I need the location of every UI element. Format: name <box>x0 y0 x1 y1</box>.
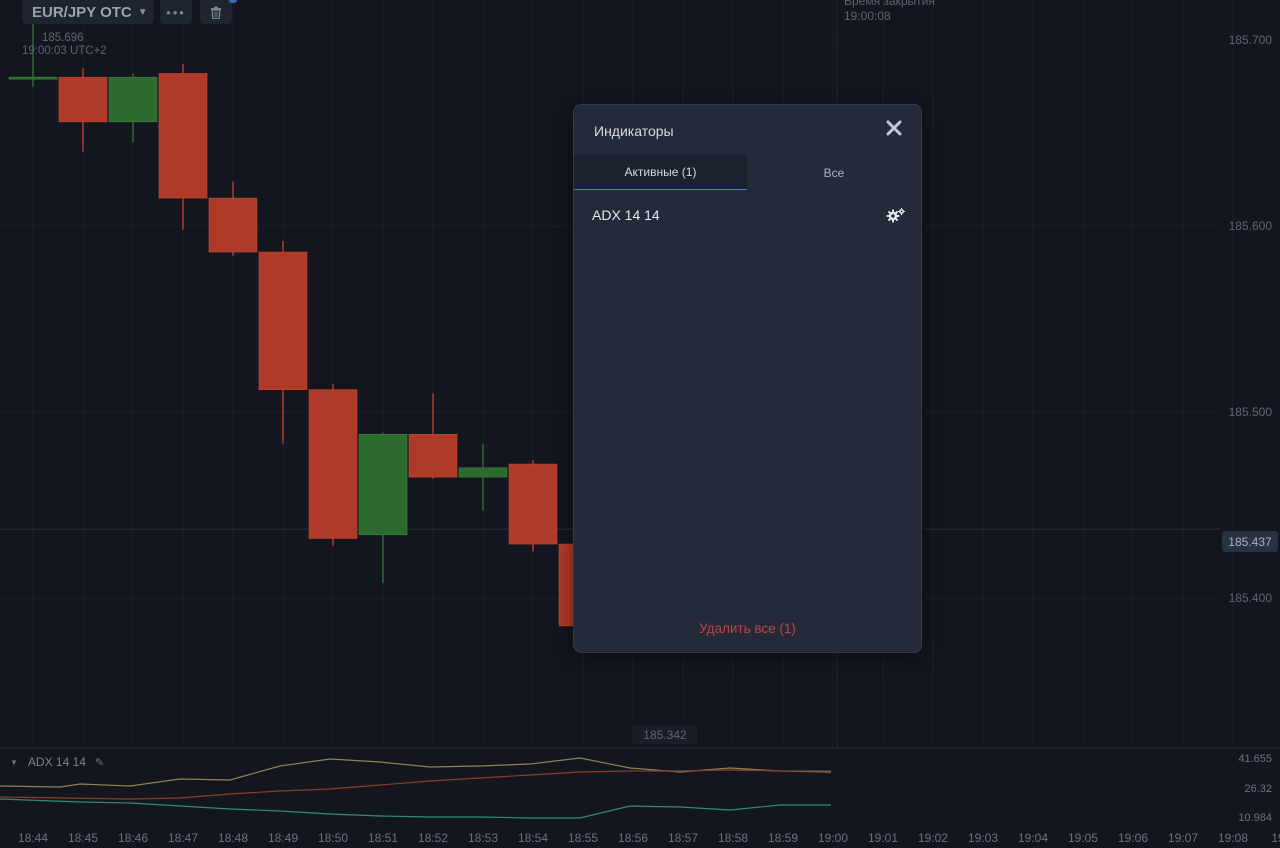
indicator-scale-label: 41.655 <box>1238 753 1272 765</box>
remove-all-button[interactable]: Удалить все (1) <box>574 621 921 636</box>
time-axis-label: 18:50 <box>318 831 348 845</box>
candle-body <box>308 389 358 539</box>
time-axis-label: 19:00 <box>818 831 848 845</box>
candle-body <box>458 467 508 478</box>
tab-active[interactable]: Активные (1) <box>574 155 747 190</box>
candle-body <box>508 463 558 545</box>
time-axis-label: 19:08 <box>1218 831 1248 845</box>
time-axis: 18:44 18:45 18:46 18:47 18:48 18:49 18:50 18:51… <box>18 831 1280 845</box>
time-axis-label: 19:04 <box>1018 831 1048 845</box>
time-axis-label: 18:57 <box>668 831 698 845</box>
expiry-time: 19:00:08 <box>844 9 891 23</box>
asset-selector[interactable]: EUR/JPY OTC ▼ <box>22 0 154 24</box>
candle-body <box>258 251 308 390</box>
modal-title: Индикаторы <box>594 123 674 139</box>
crosshair-info: 185.696 19:00:03 UTC+2 <box>22 32 107 58</box>
trading-app: 185.700 185.600 185.500 185.400 41.655 26.32… <box>0 0 1280 848</box>
price-axis-label: 185.700 <box>1229 33 1273 47</box>
indicator-pane-header: ▼ ADX 14 14 ✎ <box>10 753 104 771</box>
price-axis-label: 185.400 <box>1229 591 1273 605</box>
time-axis-label: 18:59 <box>768 831 798 845</box>
time-axis-label: 18:47 <box>168 831 198 845</box>
indicator-pane-name: ADX 14 14 <box>27 755 86 769</box>
time-axis-label: 18:51 <box>368 831 398 845</box>
time-axis-label: 19:05 <box>1068 831 1098 845</box>
time-axis-label: 18:46 <box>118 831 148 845</box>
indicator-name: ADX 14 14 <box>592 207 660 223</box>
close-icon <box>886 120 902 136</box>
time-axis-label: 18:56 <box>618 831 648 845</box>
adx-line <box>0 769 831 800</box>
time-axis-label: 18:45 <box>68 831 98 845</box>
expiry-info: Время закрытия 19:00:08 <box>844 0 935 24</box>
time-axis-label: 19:0 <box>1271 831 1280 845</box>
candle-body <box>58 76 108 123</box>
time-axis-label: 18:58 <box>718 831 748 845</box>
candle-body <box>208 197 258 253</box>
time-axis-label: 19:02 <box>918 831 948 845</box>
asset-name: EUR/JPY OTC <box>32 3 132 21</box>
price-axis-label: 185.600 <box>1229 219 1273 233</box>
more-dots-icon: ••• <box>166 4 186 20</box>
gear-settings-icon <box>886 207 906 223</box>
indicator-scale-label: 10.984 <box>1238 812 1272 824</box>
crosshair-price: 185.696 <box>42 32 84 44</box>
modal-tabs: Активные (1) Все <box>574 155 921 190</box>
tab-all[interactable]: Все <box>747 155 921 190</box>
indicator-scale-label: 26.32 <box>1244 783 1272 795</box>
candle-body <box>158 73 208 199</box>
time-axis-label: 19:06 <box>1118 831 1148 845</box>
expiry-label: Время закрытия <box>844 0 935 8</box>
candle-body <box>408 434 458 478</box>
price-axis: 185.700 185.600 185.500 185.400 <box>1229 33 1273 605</box>
time-axis-label: 18:49 <box>268 831 298 845</box>
collapse-triangle-icon[interactable]: ▼ <box>10 758 18 767</box>
indicator-settings-button[interactable] <box>886 206 906 224</box>
time-axis-label: 18:44 <box>18 831 48 845</box>
time-axis-label: 19:03 <box>968 831 998 845</box>
time-axis-label: 19:07 <box>1168 831 1198 845</box>
crosshair-time: 19:00:03 UTC+2 <box>22 45 107 57</box>
candle-body <box>8 76 58 80</box>
indicators-modal: Индикаторы Активные (1) Все ADX 14 14 Уд… <box>573 104 922 653</box>
candle-body <box>358 434 408 536</box>
candle-body <box>108 76 158 123</box>
time-axis-label: 18:55 <box>568 831 598 845</box>
low-price-tag: 185.342 <box>633 725 697 744</box>
time-axis-label: 19:01 <box>868 831 898 845</box>
more-options-button[interactable]: ••• <box>160 0 192 24</box>
chevron-down-icon: ▼ <box>137 6 148 18</box>
time-axis-label: 18:54 <box>518 831 548 845</box>
delete-button[interactable] <box>200 0 232 24</box>
indicator-pane: 41.655 26.32 10.984 <box>0 753 1272 824</box>
adx-line <box>0 798 831 819</box>
current-price-tag: 185.437 <box>1222 531 1278 552</box>
trash-icon <box>211 6 221 19</box>
price-axis-label: 185.500 <box>1229 405 1273 419</box>
close-button[interactable] <box>883 117 905 139</box>
time-axis-label: 18:52 <box>418 831 448 845</box>
time-axis-label: 18:53 <box>468 831 498 845</box>
time-axis-label: 18:48 <box>218 831 248 845</box>
indicator-list-item[interactable]: ADX 14 14 <box>592 205 906 225</box>
pencil-edit-icon[interactable]: ✎ <box>95 756 104 769</box>
